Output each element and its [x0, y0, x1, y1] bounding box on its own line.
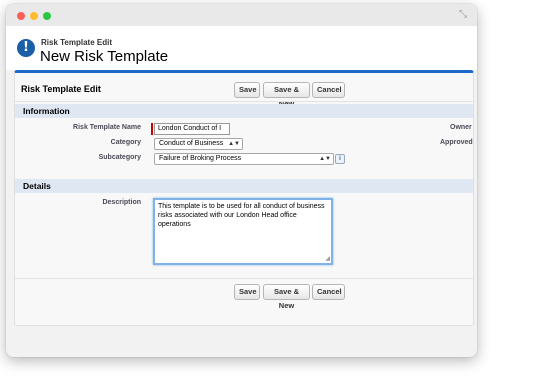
category-label: Category — [110, 139, 141, 146]
app-window: ⤡ ! Risk Template Edit New Risk Template… — [6, 4, 477, 357]
header-divider — [15, 101, 473, 102]
resize-grip-icon[interactable]: ◢ — [325, 256, 330, 262]
owner-label: Owner — [450, 124, 472, 131]
subcategory-selected-value: Failure of Broking Process — [159, 155, 242, 162]
details-section-header: Details — [15, 179, 473, 193]
close-window-button[interactable] — [17, 12, 25, 20]
title-bar: ⤡ — [6, 4, 477, 26]
select-arrows-icon: ▲▼ — [319, 156, 331, 162]
subcategory-select[interactable]: Failure of Broking Process ▲▼ — [154, 153, 334, 165]
cancel-button[interactable]: Cancel — [312, 82, 345, 98]
page-subtitle: Risk Template Edit — [41, 38, 112, 47]
category-select[interactable]: Conduct of Business ▲▼ — [154, 138, 243, 150]
minimize-window-button[interactable] — [30, 12, 38, 20]
page-title: New Risk Template — [40, 48, 169, 65]
cancel-button-bottom[interactable]: Cancel — [312, 284, 345, 300]
footer-divider — [15, 278, 473, 279]
risk-template-name-input[interactable]: London Conduct of I — [154, 123, 230, 135]
information-section-header: Information — [15, 104, 473, 118]
edit-panel: Risk Template Edit Save Save & New Cance… — [14, 70, 474, 326]
page-header: ! Risk Template Edit New Risk Template — [6, 26, 477, 70]
required-indicator — [151, 123, 153, 135]
approved-label: Approved — [440, 139, 473, 146]
select-arrows-icon: ▲▼ — [228, 141, 240, 147]
save-button[interactable]: Save — [234, 82, 260, 98]
save-and-new-button-bottom[interactable]: Save & New — [263, 284, 310, 310]
info-icon[interactable]: i — [335, 154, 345, 164]
subcategory-label: Subcategory — [98, 154, 141, 161]
zoom-window-button[interactable] — [43, 12, 51, 20]
expand-arrows-icon[interactable]: ⤡ — [458, 10, 468, 20]
panel-title: Risk Template Edit — [21, 84, 101, 94]
information-section-title: Information — [23, 106, 70, 116]
exclamation-icon: ! — [17, 39, 35, 57]
details-section-title: Details — [23, 181, 51, 191]
description-textarea[interactable]: This template is to be used for all cond… — [153, 198, 333, 265]
save-and-new-button[interactable]: Save & New — [263, 82, 310, 108]
description-text: This template is to be used for all cond… — [158, 203, 325, 228]
category-selected-value: Conduct of Business — [159, 140, 224, 147]
risk-template-name-label: Risk Template Name — [73, 124, 141, 131]
description-label: Description — [102, 199, 141, 206]
save-button-bottom[interactable]: Save — [234, 284, 260, 300]
